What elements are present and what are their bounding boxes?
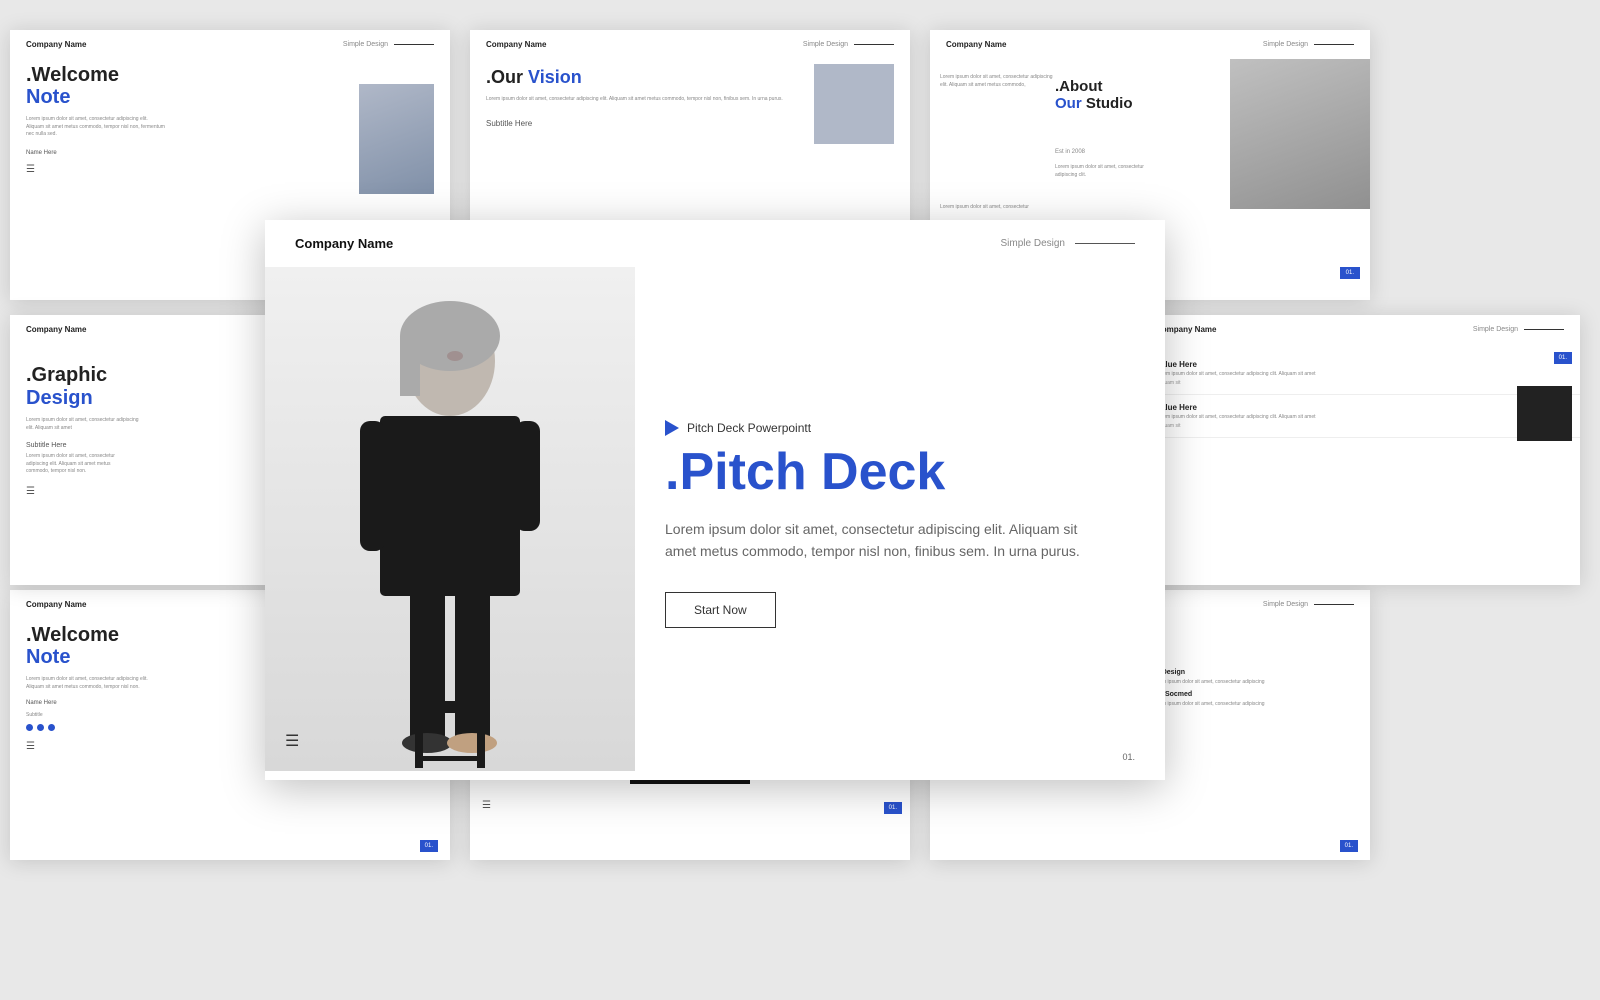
slide-values-mid: Company Name Simple Design Value Here Lo… xyxy=(1140,315,1580,585)
main-slide-header: Company Name Simple Design xyxy=(265,220,1165,267)
main-tagline: Simple Design xyxy=(1001,238,1135,249)
main-person-image xyxy=(265,267,635,771)
value-image xyxy=(1517,386,1572,441)
about-slide-number: 01. xyxy=(1340,267,1360,279)
tagline-line xyxy=(394,44,434,45)
about-image xyxy=(1230,59,1370,209)
tagline-label: Simple Design xyxy=(343,41,434,48)
welcome-image xyxy=(359,84,434,194)
bot-right-slide-number: 01. xyxy=(1340,840,1358,852)
service-design: ✂ Design Lorem ipsum dolor sit amet, con… xyxy=(1152,668,1362,686)
about-body2: Lorem ipsum dolor sit amet, consectetur … xyxy=(940,74,1055,89)
bot-center-slide-number: 01. xyxy=(884,802,902,814)
start-now-button[interactable]: Start Now xyxy=(665,592,776,628)
about-body3: Lorem ipsum dolor sit amet, consectetur xyxy=(940,204,1029,212)
main-text-section: Pitch Deck Powerpointt .Pitch Deck Lorem… xyxy=(635,267,1165,771)
welcome-body: Lorem ipsum dolor sit amet, consectetur … xyxy=(26,116,166,139)
value-slide-number: 01. xyxy=(1554,352,1572,364)
main-description: Lorem ipsum dolor sit amet, consectetur … xyxy=(665,518,1085,563)
slide-header: Company Name Simple Design xyxy=(930,30,1370,59)
main-pitch-title: .Pitch Deck xyxy=(665,446,1135,498)
slide-header: Company Name Simple Design xyxy=(1140,315,1580,344)
vision-image xyxy=(814,64,894,144)
main-person-section: ☰ xyxy=(265,267,635,771)
value-item-1: Value Here Lorem ipsum dolor sit amet, c… xyxy=(1140,352,1580,395)
company-name-label: Company Name xyxy=(26,40,86,49)
main-company-name: Company Name xyxy=(295,236,393,251)
service-socmed: 📱 Socmed Lorem ipsum dolor sit amet, con… xyxy=(1152,690,1362,716)
about-body: Lorem ipsum dolor sit amet, consectetur … xyxy=(1055,164,1155,179)
main-slide-page: 01. xyxy=(1122,752,1135,762)
stool-svg xyxy=(390,691,510,771)
value-item-2: Value Here Lorem ipsum dolor sit amet, c… xyxy=(1140,395,1580,438)
bottom-welcome-body: Lorem ipsum dolor sit amet, consectetur … xyxy=(26,676,166,691)
slide-header: Company Name Simple Design xyxy=(470,30,910,59)
bot-left-slide-number: 01. xyxy=(420,840,438,852)
graphic-body-left: Lorem ipsum dolor sit amet, consectetur … xyxy=(10,415,160,434)
slide-main-featured: Company Name Simple Design xyxy=(265,220,1165,780)
slide-header: Company Name Simple Design xyxy=(10,30,450,59)
pitch-label: Pitch Deck Powerpointt xyxy=(665,420,1135,436)
play-icon xyxy=(665,420,679,436)
main-menu-icon: ☰ xyxy=(285,731,299,751)
graphic-body: Lorem ipsum dolor sit amet, consectetur … xyxy=(10,451,150,478)
main-content-area: ☰ Pitch Deck Powerpointt .Pitch Deck Lor… xyxy=(265,267,1165,771)
about-title: .About Our Studio xyxy=(1055,79,1133,112)
about-est: Est in 2008 xyxy=(1055,149,1085,155)
